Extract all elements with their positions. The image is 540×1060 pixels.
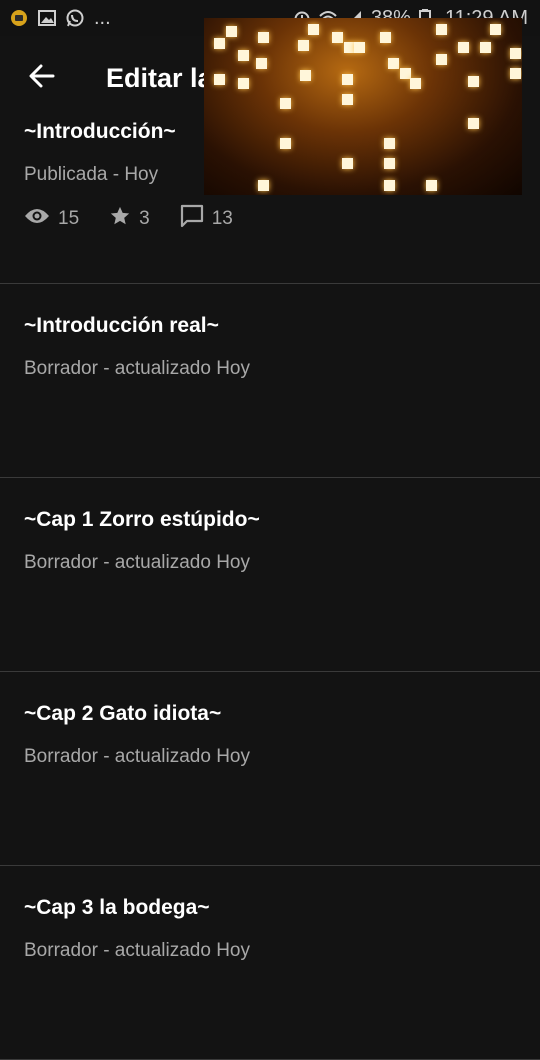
page-title: Editar la: [106, 62, 213, 93]
list-item[interactable]: ~Cap 3 la bodega~ Borrador - actualizado…: [0, 866, 540, 1060]
glow-pixel: [468, 76, 479, 87]
glow-pixel: [214, 38, 225, 49]
glow-pixel: [342, 74, 353, 85]
glow-pixel: [436, 24, 447, 35]
glow-pixel: [256, 58, 267, 69]
part-status: Borrador - actualizado Hoy: [24, 358, 250, 379]
glow-pixel: [280, 98, 291, 109]
glow-pixel: [258, 32, 269, 43]
views-stat: 15: [24, 207, 79, 231]
glow-pixel: [480, 42, 491, 53]
glow-pixel: [258, 180, 269, 191]
glow-pixel: [214, 74, 225, 85]
glow-pixel: [354, 42, 365, 53]
glow-pixel: [468, 118, 479, 129]
comments-stat: 13: [180, 204, 233, 234]
glow-pixel: [342, 158, 353, 169]
star-icon: [109, 205, 139, 233]
glow-pixel: [384, 138, 395, 149]
votes-count: 3: [139, 208, 150, 229]
glow-pixel: [342, 94, 353, 105]
glow-pixel: [226, 26, 237, 37]
part-title: ~Cap 2 Gato idiota~: [24, 702, 222, 725]
glow-pixel: [332, 32, 343, 43]
image-icon: [38, 9, 56, 27]
glow-pixel: [458, 42, 469, 53]
notification-icon: [10, 9, 28, 27]
glow-pixel: [490, 24, 501, 35]
glow-pixel: [436, 54, 447, 65]
glow-pixel: [388, 58, 399, 69]
glow-pixel: [298, 40, 309, 51]
part-status: Borrador - actualizado Hoy: [24, 940, 250, 961]
part-title: ~Introducción~: [24, 120, 176, 143]
glow-pixel: [384, 180, 395, 191]
list-item[interactable]: ~Cap 1 Zorro estúpido~ Borrador - actual…: [0, 478, 540, 672]
part-title: ~Cap 3 la bodega~: [24, 896, 210, 919]
whatsapp-icon: [66, 9, 84, 27]
part-stats: 15 3 13: [24, 204, 263, 234]
part-title: ~Cap 1 Zorro estúpido~: [24, 508, 260, 531]
glow-pixel: [384, 158, 395, 169]
list-item[interactable]: ~Introducción real~ Borrador - actualiza…: [0, 284, 540, 478]
glow-pixel: [308, 24, 319, 35]
part-title: ~Introducción real~: [24, 314, 219, 337]
comment-icon: [180, 204, 212, 234]
views-count: 15: [58, 208, 80, 229]
status-bar-left: ...: [0, 7, 111, 30]
glow-pixel: [510, 48, 521, 59]
glow-pixel: [280, 138, 291, 149]
status-more: ...: [94, 6, 111, 29]
back-button[interactable]: [20, 56, 64, 100]
glow-pixel: [380, 32, 391, 43]
comments-count: 13: [211, 208, 233, 229]
votes-stat: 3: [109, 205, 150, 233]
eye-icon: [24, 207, 58, 231]
glow-pixel: [300, 70, 311, 81]
glow-pixel: [426, 180, 437, 191]
glow-pixel: [238, 78, 249, 89]
parts-list: ~Introducción~ Publicada - Hoy 15 3 13 ~…: [0, 96, 540, 1060]
part-status: Borrador - actualizado Hoy: [24, 746, 250, 767]
glow-pixel: [410, 78, 421, 89]
part-status: Borrador - actualizado Hoy: [24, 552, 250, 573]
glow-pixel: [238, 50, 249, 61]
pixel-glow-overlay[interactable]: [204, 18, 522, 195]
list-item[interactable]: ~Cap 2 Gato idiota~ Borrador - actualiza…: [0, 672, 540, 866]
part-status: Publicada - Hoy: [24, 164, 159, 185]
arrow-left-icon: [29, 64, 55, 93]
glow-pixel: [510, 68, 521, 79]
